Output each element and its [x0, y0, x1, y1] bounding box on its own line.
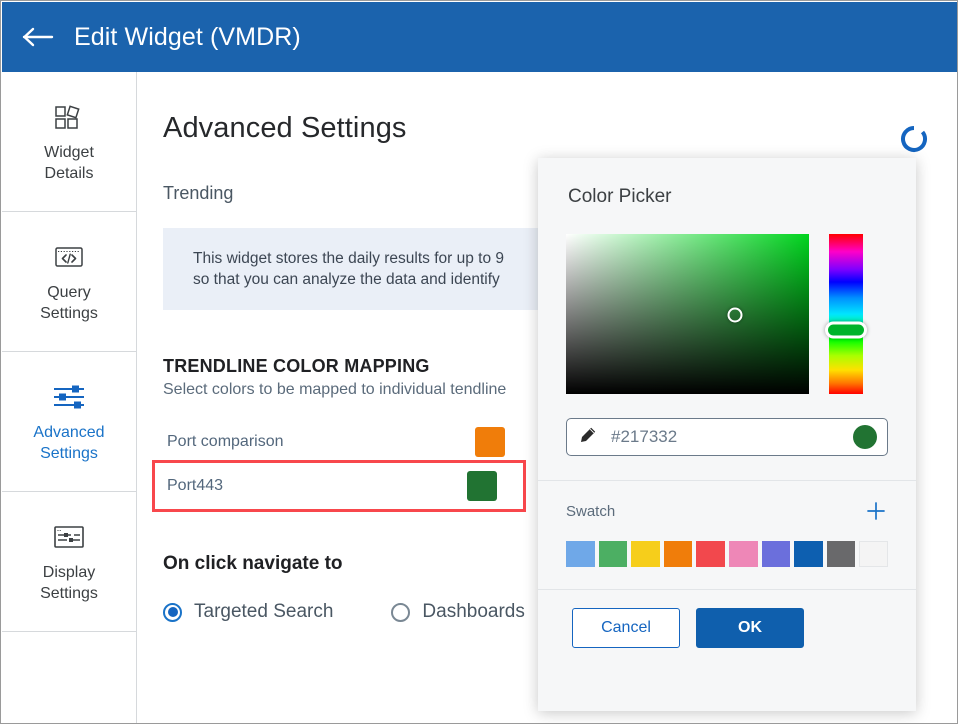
trendline-row[interactable]: Port comparison	[163, 421, 523, 463]
sidebar-item-label: Widget Details	[44, 143, 94, 182]
swatch-color[interactable]	[566, 541, 595, 567]
swatch-color[interactable]	[794, 541, 823, 567]
sidebar-item-query-settings[interactable]: Query Settings	[2, 212, 136, 352]
hex-color-preview	[853, 425, 877, 449]
saturation-value-area[interactable]	[566, 234, 809, 394]
page-title-header: Edit Widget (VMDR)	[74, 22, 301, 51]
color-picker-body	[538, 208, 916, 394]
swatch-color[interactable]	[696, 541, 725, 567]
radio-targeted-search[interactable]: Targeted Search	[163, 601, 333, 623]
pencil-icon	[579, 426, 599, 449]
radio-label: Dashboards	[422, 601, 525, 622]
trendline-row-label: Port comparison	[167, 433, 284, 450]
sidebar-item-advanced-settings[interactable]: Advanced Settings	[2, 352, 136, 492]
app-header: Edit Widget (VMDR)	[2, 2, 957, 72]
hue-slider[interactable]	[825, 234, 867, 394]
swatch-color[interactable]	[761, 541, 791, 567]
code-brackets-icon	[46, 240, 92, 274]
swatch-color[interactable]	[728, 541, 758, 567]
widget-blocks-icon	[46, 100, 92, 134]
trendline-color-swatch[interactable]	[467, 471, 497, 501]
hue-slider-handle[interactable]	[825, 321, 867, 339]
radio-unselected-icon	[391, 602, 411, 622]
swatch-color[interactable]	[631, 541, 660, 567]
trendline-row-label: Port443	[167, 477, 224, 494]
radio-dashboards[interactable]: Dashboards	[391, 601, 525, 623]
sidebar-item-label: Advanced Settings	[33, 423, 105, 462]
color-picker-dialog: Color Picker Swatch	[538, 158, 916, 711]
sliders-icon	[46, 380, 92, 414]
cancel-button[interactable]: Cancel	[572, 608, 680, 648]
sidebar-item-label: Query Settings	[40, 283, 98, 322]
sidebar-item-widget-details[interactable]: Widget Details	[2, 72, 136, 212]
loading-spinner-icon	[899, 124, 929, 159]
trendline-row-selected[interactable]: Port443	[152, 460, 526, 512]
trendline-color-mapping-list: Port comparison Port443	[152, 421, 526, 512]
hex-input-row[interactable]	[566, 418, 888, 456]
sidebar-empty-space	[2, 632, 136, 723]
sidebar-item-label: Display Settings	[40, 563, 98, 602]
radio-label: Targeted Search	[194, 601, 334, 622]
swatch-header: Swatch	[538, 481, 916, 523]
plus-icon[interactable]	[864, 499, 888, 523]
swatch-color[interactable]	[859, 541, 889, 567]
swatch-label: Swatch	[566, 502, 616, 520]
color-picker-title: Color Picker	[568, 186, 672, 207]
hex-input[interactable]	[611, 427, 853, 447]
swatch-grid	[538, 523, 916, 567]
swatch-color[interactable]	[826, 541, 856, 567]
color-picker-actions: Cancel OK	[538, 590, 916, 648]
sidebar-item-display-settings[interactable]: Display Settings	[2, 492, 136, 632]
ok-button[interactable]: OK	[696, 608, 804, 648]
saturation-value-handle[interactable]	[727, 307, 743, 323]
display-panel-icon	[46, 520, 92, 554]
radio-selected-icon	[163, 602, 182, 622]
page-title: Advanced Settings	[163, 112, 407, 144]
swatch-color[interactable]	[598, 541, 628, 567]
trendline-color-swatch[interactable]	[475, 427, 505, 457]
back-arrow-icon[interactable]	[18, 17, 58, 57]
sidebar: Widget Details Query Settings Advanced S…	[2, 72, 137, 723]
swatch-color[interactable]	[663, 541, 693, 567]
edit-widget-window: Edit Widget (VMDR) Widget Details Query …	[0, 0, 958, 724]
